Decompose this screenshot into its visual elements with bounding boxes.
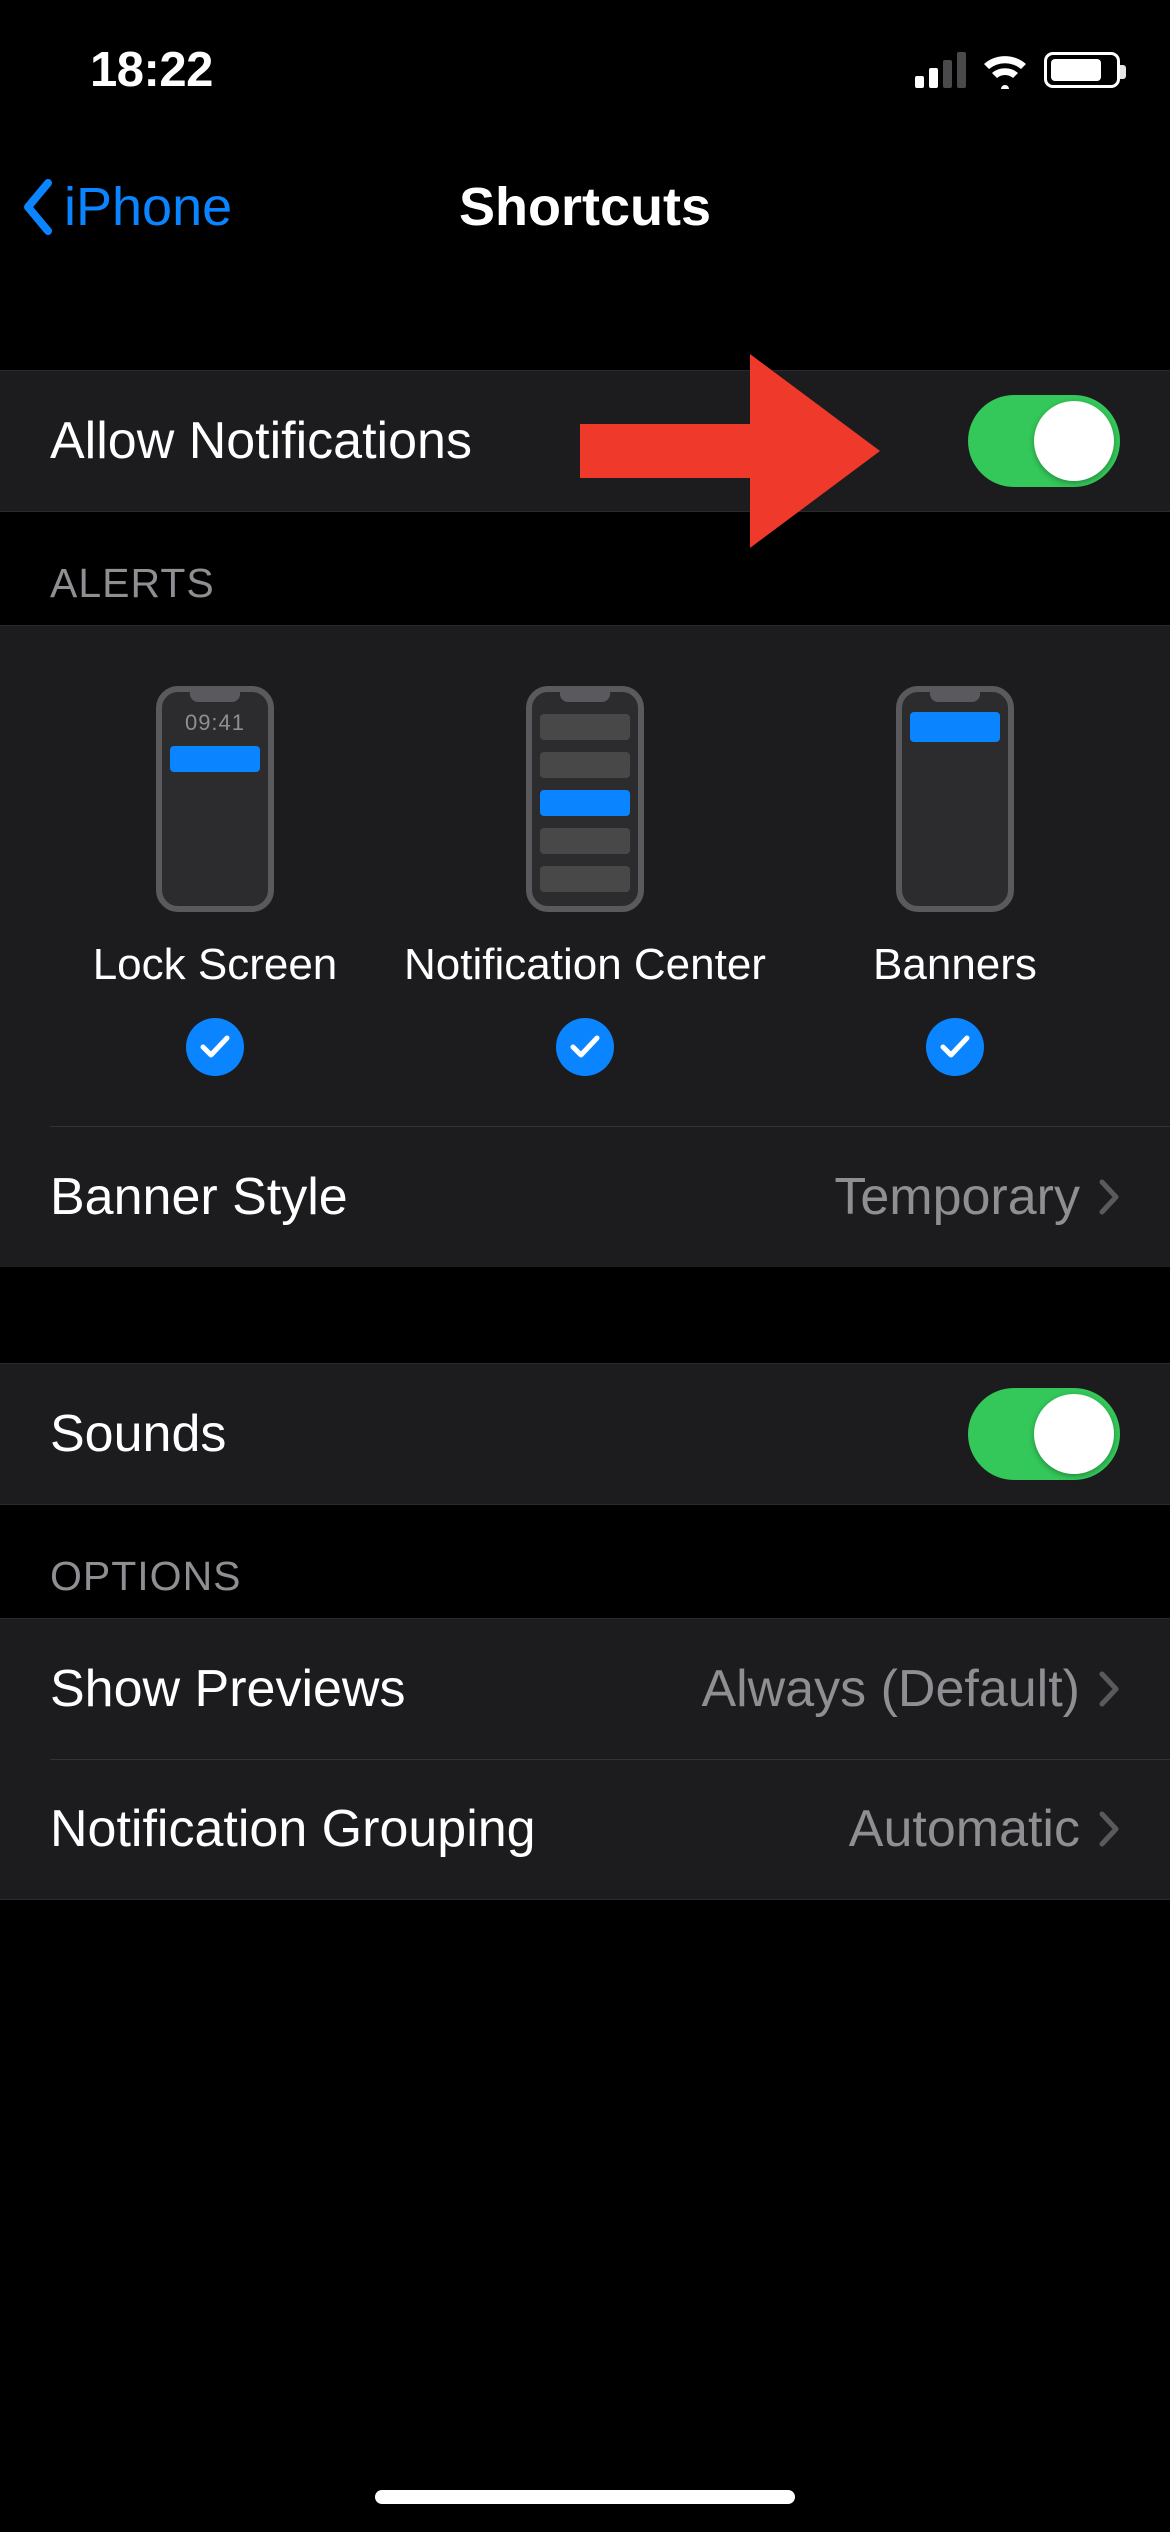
alert-label: Notification Center [404, 940, 766, 990]
checkmark-icon [186, 1018, 244, 1076]
chevron-right-icon [1098, 1810, 1120, 1848]
content: Allow Notifications ALERTS 09:41 Lock Sc… [0, 274, 1170, 2532]
allow-notifications-toggle[interactable] [968, 395, 1120, 487]
notification-grouping-label: Notification Grouping [50, 1799, 536, 1859]
cellular-signal-icon [915, 52, 966, 88]
checkmark-icon [926, 1018, 984, 1076]
battery-icon [1044, 52, 1120, 88]
alert-option-banners[interactable]: Banners [772, 686, 1138, 1076]
notification-center-preview-icon [526, 686, 644, 912]
sounds-cell[interactable]: Sounds [0, 1364, 1170, 1504]
lock-screen-preview-icon: 09:41 [156, 686, 274, 912]
sounds-group: Sounds [0, 1363, 1170, 1505]
notification-grouping-cell[interactable]: Notification Grouping Automatic [0, 1759, 1170, 1899]
allow-notifications-group: Allow Notifications [0, 370, 1170, 512]
nav-bar: iPhone Shortcuts [0, 140, 1170, 274]
screen: 18:22 iPhone Shortcuts Allow No [0, 0, 1170, 2532]
alert-label: Banners [873, 940, 1037, 990]
banner-style-cell[interactable]: Banner Style Temporary [0, 1127, 1170, 1267]
alerts-row: 09:41 Lock Screen [0, 686, 1170, 1126]
back-label: iPhone [64, 176, 232, 238]
alert-option-notification-center[interactable]: Notification Center [402, 686, 768, 1076]
wifi-icon [980, 51, 1030, 89]
options-group: Show Previews Always (Default) Notificat… [0, 1618, 1170, 1900]
home-indicator[interactable] [375, 2490, 795, 2504]
alerts-section-header: ALERTS [0, 512, 1170, 625]
status-time: 18:22 [90, 42, 213, 98]
page-title: Shortcuts [459, 176, 711, 238]
show-previews-cell[interactable]: Show Previews Always (Default) [0, 1619, 1170, 1759]
allow-notifications-cell[interactable]: Allow Notifications [0, 371, 1170, 511]
notification-grouping-value: Automatic [849, 1799, 1120, 1859]
chevron-right-icon [1098, 1178, 1120, 1216]
chevron-left-icon [18, 177, 58, 237]
alert-label: Lock Screen [93, 940, 338, 990]
sounds-toggle[interactable] [968, 1388, 1120, 1480]
alert-option-lock-screen[interactable]: 09:41 Lock Screen [32, 686, 398, 1076]
banner-style-label: Banner Style [50, 1167, 348, 1227]
show-previews-value: Always (Default) [701, 1659, 1120, 1719]
alerts-panel: 09:41 Lock Screen [0, 625, 1170, 1267]
options-section-header: OPTIONS [0, 1505, 1170, 1618]
checkmark-icon [556, 1018, 614, 1076]
status-icons [915, 51, 1120, 89]
show-previews-label: Show Previews [50, 1659, 405, 1719]
back-button[interactable]: iPhone [18, 140, 232, 274]
sounds-label: Sounds [50, 1404, 226, 1464]
chevron-right-icon [1098, 1670, 1120, 1708]
banner-style-value: Temporary [834, 1167, 1120, 1227]
banners-preview-icon [896, 686, 1014, 912]
allow-notifications-label: Allow Notifications [50, 411, 472, 471]
status-bar: 18:22 [0, 0, 1170, 140]
